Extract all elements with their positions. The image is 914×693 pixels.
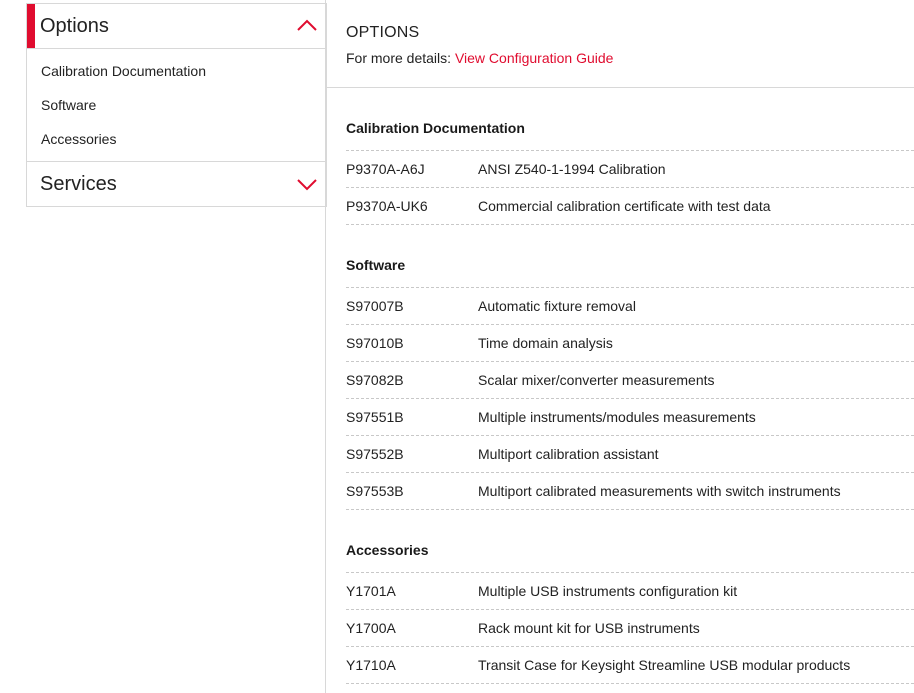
option-description: ANSI Z540-1-1994 Calibration [478, 161, 666, 177]
option-code: Y1701A [346, 583, 396, 599]
option-description: Automatic fixture removal [478, 298, 636, 314]
option-description: Multiple USB instruments configuration k… [478, 583, 738, 599]
sidebar-link-software[interactable]: Software [41, 93, 326, 127]
section-accessories: Accessories Y1701A Multiple USB instrume… [346, 539, 914, 684]
option-description: Scalar mixer/converter measurements [478, 372, 715, 388]
option-description: Rack mount kit for USB instruments [478, 620, 700, 636]
sidebar-accordion: Options Calibration Documentation Softwa… [26, 3, 327, 207]
view-configuration-guide-link[interactable]: View Configuration Guide [455, 50, 614, 66]
chevron-down-icon[interactable] [296, 174, 318, 194]
table-row: Y1710A Transit Case for Keysight Streaml… [346, 646, 914, 684]
accordion-header-options[interactable]: Options [27, 4, 326, 49]
table-row: S97007B Automatic fixture removal [346, 287, 914, 324]
chevron-up-icon[interactable] [296, 16, 318, 36]
section-title: Calibration Documentation [346, 120, 525, 136]
table-row: S97010B Time domain analysis [346, 324, 914, 361]
option-code: S97010B [346, 335, 404, 351]
option-code: Y1710A [346, 657, 396, 673]
option-code: S97553B [346, 483, 404, 499]
option-code: P9370A-A6J [346, 161, 425, 177]
details-line: For more details: View Configuration Gui… [346, 50, 613, 66]
options-header: OPTIONS For more details: View Configura… [326, 0, 914, 88]
option-description: Commercial calibration certificate with … [478, 198, 771, 214]
option-description: Multiple instruments/modules measurement… [478, 409, 756, 425]
option-description: Time domain analysis [478, 335, 613, 351]
section-title: Accessories [346, 542, 429, 558]
table-row: Y1700A Rack mount kit for USB instrument… [346, 609, 914, 646]
section-software: Software S97007B Automatic fixture remov… [346, 254, 914, 510]
accordion-title-services: Services [40, 172, 117, 195]
page-title: OPTIONS [346, 24, 420, 41]
option-code: S97551B [346, 409, 404, 425]
table-row: S97551B Multiple instruments/modules mea… [346, 398, 914, 435]
option-code: P9370A-UK6 [346, 198, 428, 214]
options-panel: OPTIONS For more details: View Configura… [326, 0, 914, 693]
sidebar-link-accessories[interactable]: Accessories [41, 127, 326, 151]
table-row: Y1701A Multiple USB instruments configur… [346, 572, 914, 609]
option-code: S97552B [346, 446, 404, 462]
table-row: S97553B Multiport calibrated measurement… [346, 472, 914, 510]
option-description: Multiport calibration assistant [478, 446, 659, 462]
option-code: Y1700A [346, 620, 396, 636]
table-row: S97552B Multiport calibration assistant [346, 435, 914, 472]
option-description: Transit Case for Keysight Streamline USB… [478, 657, 851, 673]
accordion-title-options: Options [40, 14, 109, 37]
section-calibration-documentation: Calibration Documentation P9370A-A6J ANS… [346, 117, 914, 225]
table-row: P9370A-A6J ANSI Z540-1-1994 Calibration [346, 150, 914, 187]
accordion-header-services[interactable]: Services [27, 162, 326, 206]
details-prefix: For more details: [346, 50, 452, 66]
option-code: S97082B [346, 372, 404, 388]
table-row: S97082B Scalar mixer/converter measureme… [346, 361, 914, 398]
option-description: Multiport calibrated measurements with s… [478, 483, 841, 499]
option-code: S97007B [346, 298, 404, 314]
table-row: P9370A-UK6 Commercial calibration certif… [346, 187, 914, 225]
accordion-body-options: Calibration Documentation Software Acces… [27, 49, 326, 162]
section-title: Software [346, 257, 406, 273]
sidebar-link-calibration-documentation[interactable]: Calibration Documentation [41, 59, 326, 93]
